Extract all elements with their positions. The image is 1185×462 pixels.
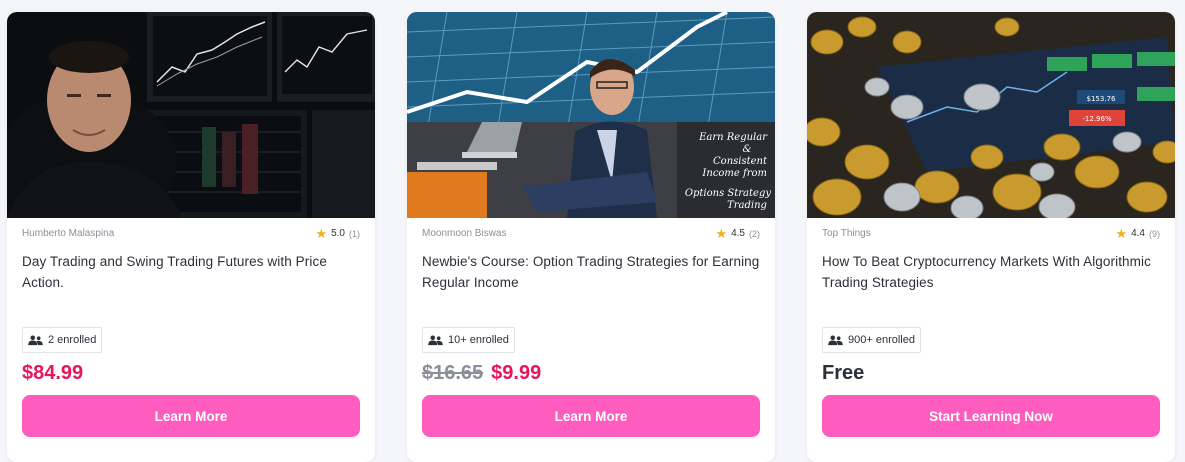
thumb-text-line: Consistent <box>713 156 768 167</box>
price-current: $84.99 <box>22 362 84 384</box>
thumb-text-line: Earn Regular <box>698 132 768 143</box>
course-thumbnail[interactable]: Earn Regular & Consistent Income from Op… <box>407 12 775 218</box>
enrolled-badge: 10+ enrolled <box>422 327 515 353</box>
rating-count: (2) <box>749 228 760 239</box>
course-title[interactable]: How To Beat Cryptocurrency Markets With … <box>822 251 1160 293</box>
star-icon: ★ <box>1115 225 1128 241</box>
course-title[interactable]: Newbie's Course: Option Trading Strategi… <box>422 251 760 293</box>
rating-count: (9) <box>1149 228 1160 239</box>
course-card[interactable]: Humberto Malaspina ★ 5.0 (1) Day Trading… <box>7 12 375 462</box>
users-icon <box>828 334 843 345</box>
start-learning-button[interactable]: Start Learning Now <box>822 395 1160 437</box>
learn-more-button[interactable]: Learn More <box>22 395 360 437</box>
thumb-text-line: & <box>743 144 752 155</box>
instructor-name: Humberto Malaspina <box>22 228 115 239</box>
price-current: Free <box>822 362 865 384</box>
rating-value: 5.0 <box>331 228 345 239</box>
enrolled-count: 2 enrolled <box>48 334 97 346</box>
course-title[interactable]: Day Trading and Swing Trading Futures wi… <box>22 251 360 293</box>
thumb-text-change: -12.96% <box>1082 115 1112 123</box>
rating-value: 4.5 <box>731 228 745 239</box>
trader-image <box>7 12 375 218</box>
rating-count: (1) <box>349 228 360 239</box>
thumb-text-line: Income from <box>701 168 767 179</box>
enrolled-count: 900+ enrolled <box>848 334 915 346</box>
rating: ★ 5.0 (1) <box>315 225 360 241</box>
star-icon: ★ <box>315 225 328 241</box>
course-card[interactable]: Earn Regular & Consistent Income from Op… <box>407 12 775 462</box>
price: $84.99 <box>22 362 83 385</box>
options-trading-image: Earn Regular & Consistent Income from Op… <box>407 12 775 218</box>
price-current: $9.99 <box>491 362 542 384</box>
users-icon <box>28 334 43 345</box>
rating-value: 4.4 <box>1131 228 1145 239</box>
course-thumbnail[interactable] <box>7 12 375 218</box>
thumb-text-line: Trading <box>727 200 767 211</box>
enrolled-badge: 2 enrolled <box>22 327 103 353</box>
instructor-name: Top Things <box>822 228 871 239</box>
price: $16.65 $9.99 <box>422 362 541 385</box>
learn-more-button[interactable]: Learn More <box>422 395 760 437</box>
course-card[interactable]: $153.76 -12.96% Top Things ★ 4.4 (9) How… <box>807 12 1175 462</box>
instructor-name: Moonmoon Biswas <box>422 228 507 239</box>
course-thumbnail[interactable]: $153.76 -12.96% <box>807 12 1175 218</box>
star-icon: ★ <box>715 225 728 241</box>
price: Free <box>822 362 864 385</box>
enrolled-count: 10+ enrolled <box>448 334 509 346</box>
price-original: $16.65 <box>422 362 484 384</box>
thumb-text-line: Options Strategy <box>685 188 772 199</box>
users-icon <box>428 334 443 345</box>
rating: ★ 4.5 (2) <box>715 225 760 241</box>
rating: ★ 4.4 (9) <box>1115 225 1160 241</box>
crypto-coins-image: $153.76 -12.96% <box>807 12 1175 218</box>
thumb-text-price: $153.76 <box>1087 95 1116 103</box>
enrolled-badge: 900+ enrolled <box>822 327 921 353</box>
